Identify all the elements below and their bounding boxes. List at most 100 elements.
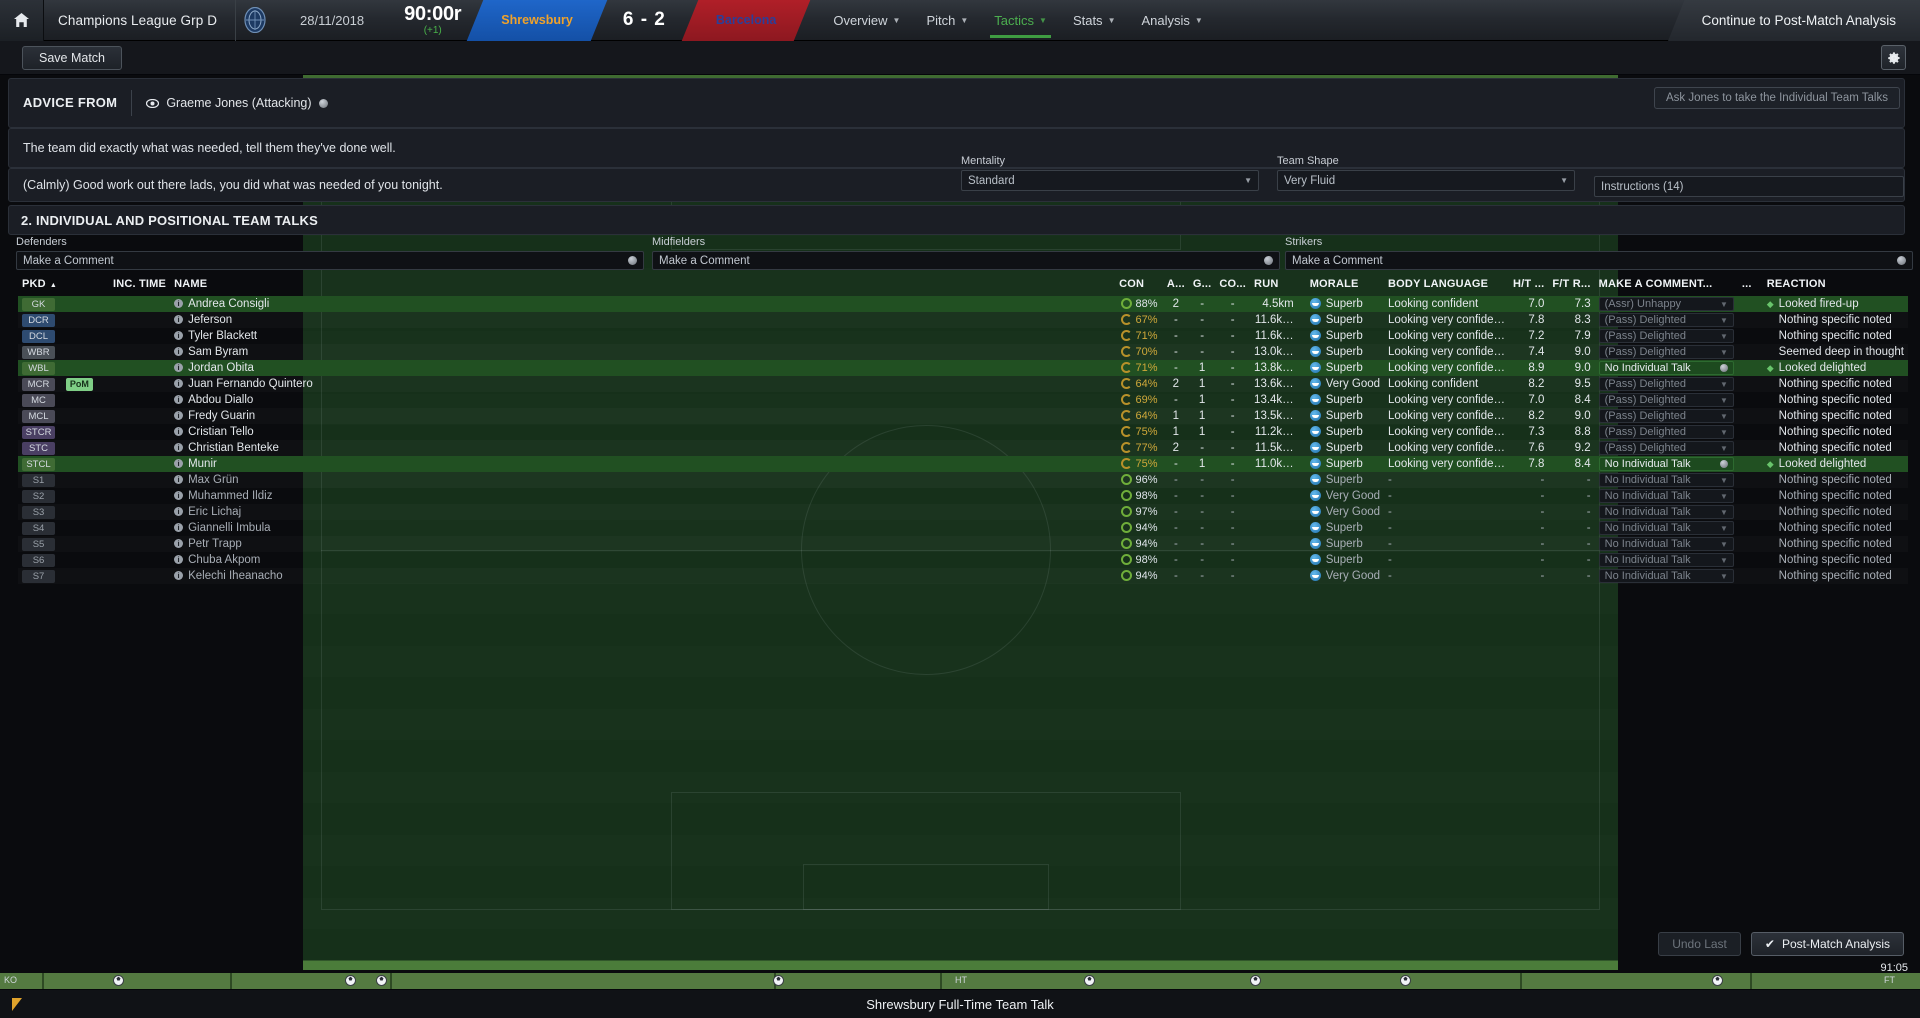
make-comment-cell[interactable]: No Individual Talk ▼ — [1595, 568, 1738, 584]
info-icon[interactable]: i — [174, 475, 184, 485]
player-name-cell[interactable]: i Cristian Tello — [170, 424, 1115, 440]
make-comment-dropdown[interactable]: (Pass) Delighted ▼ — [1598, 409, 1734, 423]
info-icon[interactable]: i — [174, 443, 184, 453]
make-comment-dropdown[interactable]: No Individual Talk — [1598, 361, 1734, 375]
info-icon[interactable]: i — [174, 539, 184, 549]
make-comment-cell[interactable]: No Individual Talk ▼ — [1595, 472, 1738, 488]
make-comment-dropdown[interactable]: No Individual Talk ▼ — [1598, 521, 1734, 535]
make-comment-cell[interactable]: (Pass) Delighted ▼ — [1595, 328, 1738, 344]
table-row[interactable]: S5 i Petr Trapp 94% - - - Superb - - - No Individua… — [18, 536, 1908, 552]
table-row[interactable]: S3 i Eric Lichaj 97% - - - Very Good - - - No Indiv… — [18, 504, 1908, 520]
make-comment-dropdown[interactable]: No Individual Talk ▼ — [1598, 473, 1734, 487]
make-comment-dropdown[interactable]: (Pass) Delighted ▼ — [1598, 377, 1734, 391]
table-row[interactable]: MCL i Fredy Guarin 64% 1 1-13.5k… Superb Lookin… — [18, 408, 1908, 424]
player-name-cell[interactable]: i Fredy Guarin — [170, 408, 1115, 424]
make-comment-dropdown[interactable]: (Pass) Delighted ▼ — [1598, 329, 1734, 343]
player-name-cell[interactable]: i Jordan Obita — [170, 360, 1116, 376]
competition-name[interactable]: Champions League Grp D — [44, 0, 237, 41]
info-icon[interactable]: i — [174, 459, 184, 469]
make-comment-cell[interactable]: (Pass) Delighted ▼ — [1595, 392, 1738, 408]
player-name-cell[interactable]: i Abdou Diallo — [170, 392, 1115, 408]
header-conceded[interactable]: CO... — [1215, 276, 1250, 296]
tab-stats[interactable]: Stats ▼ — [1060, 0, 1129, 41]
table-row[interactable]: STC i Christian Benteke 77% 2- -11.5k… Superb L… — [18, 440, 1908, 456]
table-row[interactable]: WBL i Jordan Obita 71% -1-13.8k… Superb Lookin… — [18, 360, 1908, 376]
continue-button[interactable]: Continue to Post-Match Analysis — [1667, 0, 1920, 41]
timeline-event-ball-icon[interactable] — [1250, 975, 1261, 986]
midfielders-comment-input[interactable]: Make a Comment — [652, 251, 1280, 270]
make-comment-dropdown[interactable]: No Individual Talk ▼ — [1598, 553, 1734, 567]
header-ht-rating[interactable]: H/T ... — [1509, 276, 1548, 296]
table-row[interactable]: S4 i Giannelli Imbula 94% - - - Superb - - - No Ind… — [18, 520, 1908, 536]
info-icon[interactable]: i — [174, 379, 184, 389]
header-pkd[interactable]: PKD ▲ — [18, 276, 62, 296]
player-name-cell[interactable]: i Sam Byram — [170, 344, 1115, 360]
home-team-name[interactable]: Shrewsbury — [467, 0, 608, 41]
player-name-cell[interactable]: i Christian Benteke — [170, 440, 1115, 456]
header-inc-time[interactable]: INC. TIME — [109, 276, 170, 296]
timeline-event-ball-icon[interactable] — [376, 975, 387, 986]
tab-pitch[interactable]: Pitch ▼ — [913, 0, 981, 41]
player-name-cell[interactable]: i Max Grün — [170, 472, 1115, 488]
make-comment-cell[interactable]: No Individual Talk ▼ — [1595, 536, 1738, 552]
make-comment-cell[interactable]: No Individual Talk ▼ — [1595, 504, 1738, 520]
player-name-cell[interactable]: i Muhammed Ildiz — [170, 488, 1115, 504]
table-row[interactable]: S2 i Muhammed Ildiz 98% - - - Very Good - - - No In… — [18, 488, 1908, 504]
header-ellipsis[interactable]: ... — [1738, 276, 1758, 296]
info-icon[interactable]: i — [174, 507, 184, 517]
make-comment-dropdown[interactable]: (Pass) Delighted ▼ — [1598, 393, 1734, 407]
info-icon[interactable]: i — [174, 411, 184, 421]
table-row[interactable]: MC i Abdou Diallo 69% - 1 - 13.4k… Superb Looking… — [18, 392, 1908, 408]
defenders-comment-input[interactable]: Make a Comment — [16, 251, 644, 270]
info-icon[interactable]: i — [174, 491, 184, 501]
header-con[interactable]: CON — [1115, 276, 1163, 296]
table-row[interactable]: STCL i Munir 75% -1-11.0k… Superb Looking very… — [18, 456, 1908, 472]
make-comment-dropdown[interactable]: (Pass) Delighted ▼ — [1598, 441, 1734, 455]
make-comment-cell[interactable]: No Individual Talk ▼ — [1595, 520, 1738, 536]
gear-icon[interactable] — [1881, 45, 1906, 70]
header-make-comment[interactable]: MAKE A COMMENT... — [1595, 276, 1738, 296]
instructions-button[interactable]: Instructions (14) — [1594, 176, 1904, 197]
tab-overview[interactable]: Overview ▼ — [820, 0, 913, 41]
make-comment-cell[interactable]: No Individual Talk ▼ — [1595, 552, 1738, 568]
make-comment-dropdown[interactable]: (Pass) Delighted ▼ — [1598, 425, 1734, 439]
info-icon[interactable]: i — [174, 315, 184, 325]
make-comment-dropdown[interactable]: (Pass) Delighted ▼ — [1598, 345, 1734, 359]
timeline-event-ball-icon[interactable] — [773, 975, 784, 986]
player-name-cell[interactable]: i Andrea Consigli — [170, 296, 1116, 312]
team-shape-select[interactable]: Very Fluid ▼ — [1277, 170, 1575, 191]
table-row[interactable]: S7 i Kelechi Iheanacho 94% - - - Very Good - - - No… — [18, 568, 1908, 584]
player-name-cell[interactable]: i Chuba Akpom — [170, 552, 1115, 568]
info-icon[interactable]: i — [174, 555, 184, 565]
make-comment-cell[interactable]: No Individual Talk ▼ — [1595, 488, 1738, 504]
post-match-analysis-button[interactable]: ✔ Post-Match Analysis — [1750, 932, 1904, 956]
tab-analysis[interactable]: Analysis ▼ — [1128, 0, 1215, 41]
player-name-cell[interactable]: i Tyler Blackett — [170, 328, 1115, 344]
make-comment-dropdown[interactable]: No Individual Talk — [1598, 457, 1734, 471]
header-name[interactable]: NAME — [170, 276, 1115, 296]
ask-coach-button[interactable]: Ask Jones to take the Individual Team Ta… — [1653, 87, 1900, 109]
info-icon[interactable]: i — [174, 395, 184, 405]
header-ft-rating[interactable]: F/T R... — [1548, 276, 1594, 296]
table-row[interactable]: STCR i Cristian Tello 75% 1 1 - 11.2k… Superb Loo… — [18, 424, 1908, 440]
player-name-cell[interactable]: i Juan Fernando Quintero — [170, 376, 1115, 392]
info-icon[interactable]: i — [174, 347, 184, 357]
timeline-event-ball-icon[interactable] — [1084, 975, 1095, 986]
make-comment-cell[interactable]: (Pass) Delighted ▼ — [1595, 312, 1738, 328]
player-name-cell[interactable]: i Munir — [170, 456, 1116, 472]
advice-coach[interactable]: Graeme Jones (Attacking) — [146, 96, 328, 110]
timeline-event-ball-icon[interactable] — [345, 975, 356, 986]
make-comment-dropdown[interactable]: No Individual Talk ▼ — [1598, 569, 1734, 583]
info-icon[interactable]: i — [174, 299, 184, 309]
make-comment-cell[interactable]: (Pass) Delighted ▼ — [1595, 424, 1738, 440]
mentality-select[interactable]: Standard ▼ — [961, 170, 1259, 191]
table-row[interactable]: MCR PoM i Juan Fernando Quintero 64% 2 1-13.6k… — [18, 376, 1908, 392]
away-team-name[interactable]: Barcelona — [681, 0, 811, 41]
player-name-cell[interactable]: i Giannelli Imbula — [170, 520, 1115, 536]
info-icon[interactable]: i — [174, 331, 184, 341]
make-comment-cell[interactable]: No Individual Talk — [1594, 360, 1738, 376]
tab-tactics[interactable]: Tactics ▼ — [981, 0, 1060, 41]
make-comment-dropdown[interactable]: No Individual Talk ▼ — [1598, 537, 1734, 551]
timeline-event-ball-icon[interactable] — [1400, 975, 1411, 986]
make-comment-dropdown[interactable]: No Individual Talk ▼ — [1598, 489, 1734, 503]
